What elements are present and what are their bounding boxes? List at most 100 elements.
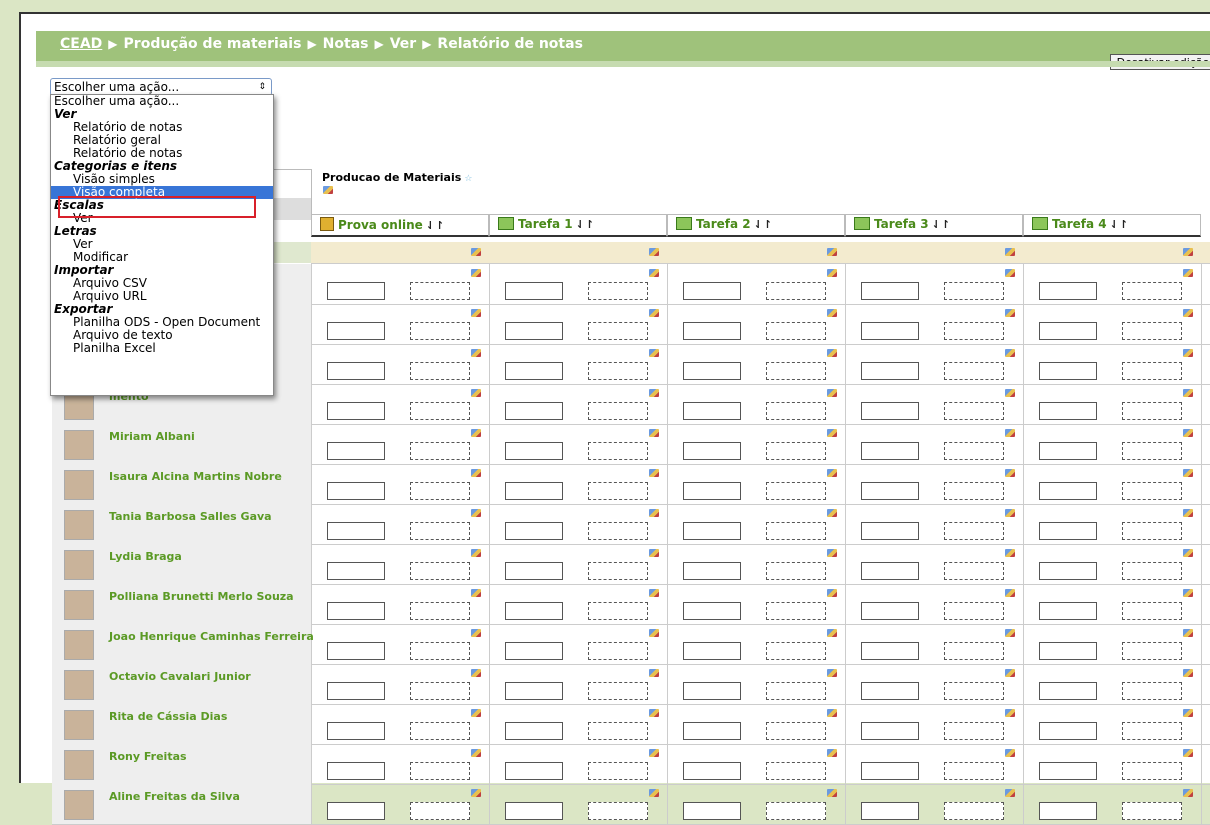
grade-input[interactable]	[683, 482, 741, 500]
feedback-input[interactable]	[1122, 722, 1182, 740]
feedback-input[interactable]	[1122, 762, 1182, 780]
feedback-input[interactable]	[588, 482, 648, 500]
column-label[interactable]: Prova online	[338, 218, 423, 232]
grade-input[interactable]	[683, 322, 741, 340]
grade-input[interactable]	[861, 322, 919, 340]
edit-icon[interactable]	[1005, 248, 1015, 256]
grade-input[interactable]	[1039, 282, 1097, 300]
grade-input[interactable]	[1039, 442, 1097, 460]
grade-column-header[interactable]: Tarefa 1 ⇃↾	[489, 214, 667, 237]
grade-input[interactable]	[683, 562, 741, 580]
grade-input[interactable]	[327, 722, 385, 740]
feedback-input[interactable]	[944, 402, 1004, 420]
edit-icon[interactable]	[1183, 269, 1193, 277]
edit-icon[interactable]	[471, 629, 481, 637]
edit-icon[interactable]	[649, 309, 659, 317]
feedback-input[interactable]	[944, 762, 1004, 780]
feedback-input[interactable]	[766, 522, 826, 540]
edit-icon[interactable]	[1183, 749, 1193, 757]
breadcrumb-item[interactable]: Produção de materiais	[124, 36, 302, 52]
edit-icon[interactable]	[649, 389, 659, 397]
feedback-input[interactable]	[944, 442, 1004, 460]
grade-input[interactable]	[327, 642, 385, 660]
feedback-input[interactable]	[944, 482, 1004, 500]
grade-input[interactable]	[683, 762, 741, 780]
grade-input[interactable]	[1039, 642, 1097, 660]
grade-column-header[interactable]: Prova online ⇃↾	[311, 214, 489, 237]
edit-icon[interactable]	[471, 709, 481, 717]
grade-input[interactable]	[861, 282, 919, 300]
grade-input[interactable]	[505, 682, 563, 700]
edit-icon[interactable]	[1183, 789, 1193, 797]
edit-icon[interactable]	[1005, 669, 1015, 677]
dropdown-option[interactable]: Arquivo de texto	[51, 329, 273, 342]
grade-input[interactable]	[1039, 722, 1097, 740]
feedback-input[interactable]	[944, 802, 1004, 820]
feedback-input[interactable]	[588, 682, 648, 700]
edit-icon[interactable]	[649, 629, 659, 637]
edit-icon[interactable]	[471, 589, 481, 597]
grade-input[interactable]	[861, 642, 919, 660]
feedback-input[interactable]	[410, 402, 470, 420]
dropdown-option[interactable]: Relatório de notas	[51, 121, 273, 134]
dropdown-option[interactable]: Arquivo CSV	[51, 277, 273, 290]
grade-input[interactable]	[327, 522, 385, 540]
edit-icon[interactable]	[1005, 589, 1015, 597]
feedback-input[interactable]	[766, 482, 826, 500]
edit-icon[interactable]	[471, 309, 481, 317]
edit-icon[interactable]	[1183, 469, 1193, 477]
avatar[interactable]	[64, 470, 94, 500]
feedback-input[interactable]	[410, 522, 470, 540]
grade-input[interactable]	[1039, 802, 1097, 820]
grade-input[interactable]	[505, 362, 563, 380]
edit-icon[interactable]	[1005, 429, 1015, 437]
edit-icon[interactable]	[471, 509, 481, 517]
edit-icon[interactable]	[827, 709, 837, 717]
feedback-input[interactable]	[588, 322, 648, 340]
feedback-input[interactable]	[410, 642, 470, 660]
feedback-input[interactable]	[1122, 642, 1182, 660]
edit-icon[interactable]	[1183, 389, 1193, 397]
dropdown-option[interactable]: Relatório de notas	[51, 147, 273, 160]
dropdown-option[interactable]: Visão simples	[51, 173, 273, 186]
feedback-input[interactable]	[410, 362, 470, 380]
feedback-input[interactable]	[766, 602, 826, 620]
feedback-input[interactable]	[766, 802, 826, 820]
grade-input[interactable]	[505, 322, 563, 340]
grade-input[interactable]	[1039, 402, 1097, 420]
edit-icon[interactable]	[1183, 349, 1193, 357]
feedback-input[interactable]	[766, 642, 826, 660]
feedback-input[interactable]	[1122, 522, 1182, 540]
feedback-input[interactable]	[944, 682, 1004, 700]
grade-input[interactable]	[683, 602, 741, 620]
dropdown-option[interactable]: Planilha ODS - Open Document	[51, 316, 273, 329]
feedback-input[interactable]	[588, 522, 648, 540]
grade-input[interactable]	[505, 442, 563, 460]
grade-input[interactable]	[683, 802, 741, 820]
feedback-input[interactable]	[410, 322, 470, 340]
action-dropdown-list[interactable]: Escolher uma ação... Ver Relatório de nota…	[50, 94, 274, 396]
feedback-input[interactable]	[766, 682, 826, 700]
edit-icon[interactable]	[1183, 549, 1193, 557]
edit-icon[interactable]	[1005, 389, 1015, 397]
feedback-input[interactable]	[1122, 802, 1182, 820]
grade-input[interactable]	[861, 442, 919, 460]
grade-input[interactable]	[505, 482, 563, 500]
edit-icon[interactable]	[1005, 789, 1015, 797]
edit-icon[interactable]	[827, 509, 837, 517]
student-name[interactable]: Octavio Cavalari Junior	[109, 670, 251, 683]
edit-icon[interactable]	[827, 629, 837, 637]
feedback-input[interactable]	[410, 722, 470, 740]
sort-icon[interactable]: ⇃↾	[754, 218, 772, 231]
feedback-input[interactable]	[410, 762, 470, 780]
grade-input[interactable]	[327, 802, 385, 820]
edit-icon[interactable]	[471, 549, 481, 557]
edit-icon[interactable]	[1005, 469, 1015, 477]
edit-icon[interactable]	[1005, 509, 1015, 517]
edit-icon[interactable]	[1183, 669, 1193, 677]
edit-icon[interactable]	[1005, 549, 1015, 557]
grade-input[interactable]	[1039, 482, 1097, 500]
grade-input[interactable]	[327, 682, 385, 700]
edit-icon[interactable]	[649, 749, 659, 757]
grade-input[interactable]	[505, 562, 563, 580]
